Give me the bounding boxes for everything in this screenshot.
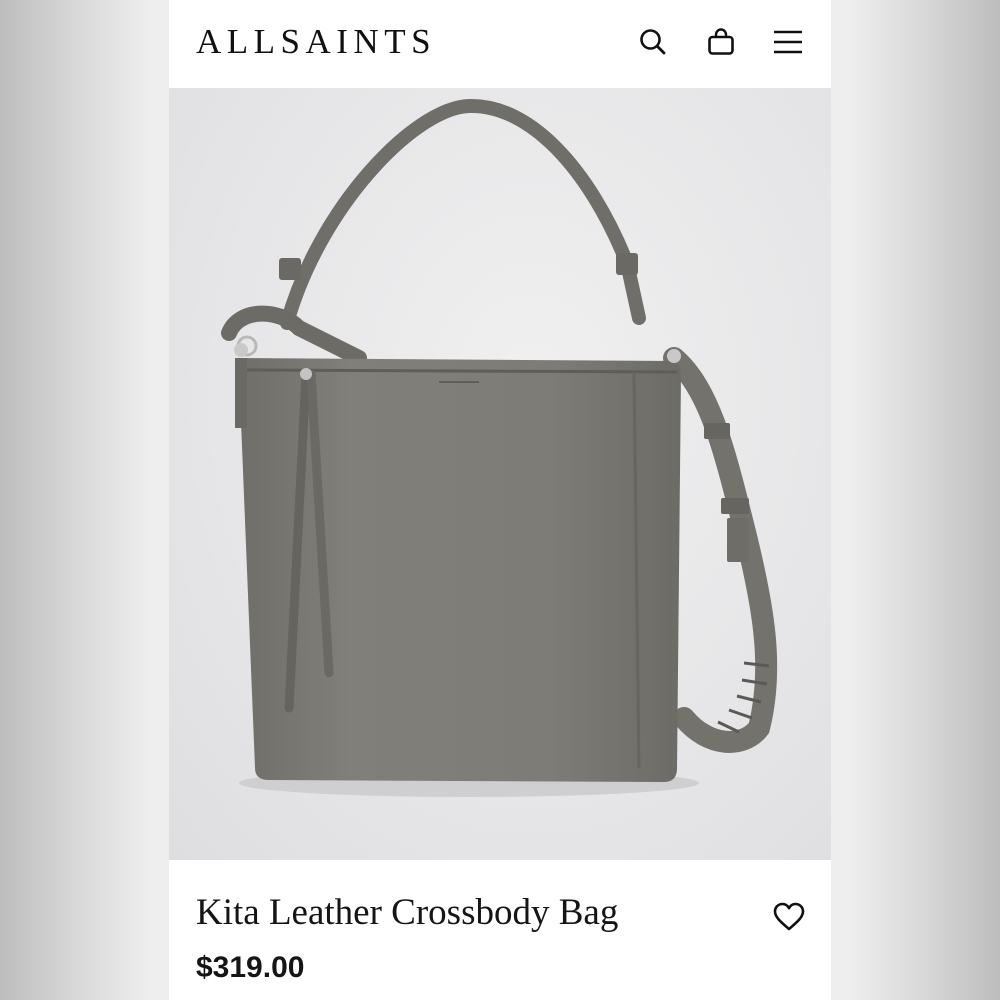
shopping-bag-icon[interactable] xyxy=(705,26,737,58)
brand-logo[interactable]: ALLSAINTS xyxy=(196,20,436,64)
product-price: $319.00 xyxy=(196,951,305,984)
product-page: ALLSAINTS Kita Leather Crossbody Bag $31… xyxy=(169,0,831,1000)
search-icon[interactable] xyxy=(637,26,669,58)
product-info: Kita Leather Crossbody Bag $319.00 xyxy=(169,860,831,1000)
heart-icon[interactable] xyxy=(772,900,806,934)
menu-icon[interactable] xyxy=(772,26,804,58)
product-name[interactable]: Kita Leather Crossbody Bag xyxy=(196,890,618,936)
product-image[interactable] xyxy=(169,88,831,860)
bag-illustration xyxy=(221,98,778,797)
site-header: ALLSAINTS xyxy=(169,0,831,88)
